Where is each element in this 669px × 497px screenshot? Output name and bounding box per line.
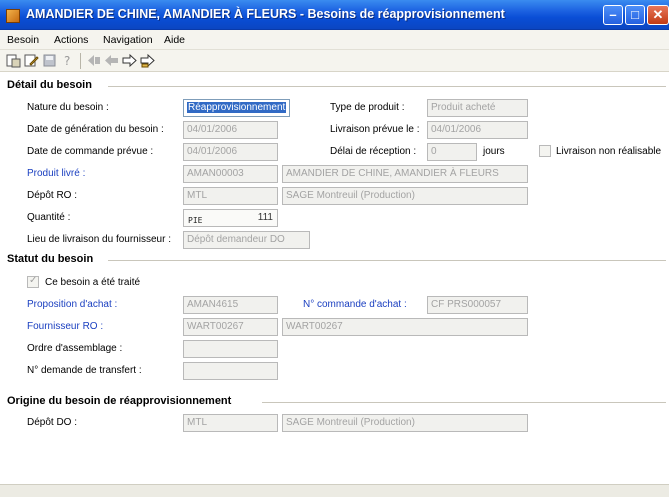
proposition-field[interactable]: AMAN4615 <box>183 296 278 314</box>
window-title: AMANDIER DE CHINE, AMANDIER À FLEURS - B… <box>26 7 505 21</box>
section-divider <box>108 260 666 261</box>
section-origine-title: Origine du besoin de réapprovisionnement <box>7 395 232 407</box>
depot-ro-label: Dépôt RO : <box>27 190 78 201</box>
last-record-icon[interactable] <box>140 53 155 68</box>
menu-navigation[interactable]: Navigation <box>103 34 153 46</box>
date-commande-label: Date de commande prévue : <box>27 146 154 157</box>
date-generation-label: Date de génération du besoin : <box>27 124 164 135</box>
delai-field[interactable]: 0 <box>427 143 477 161</box>
nature-label: Nature du besoin : <box>27 102 109 113</box>
quantite-label: Quantité : <box>27 212 71 223</box>
commande-field[interactable]: CF PRS000057 <box>427 296 528 314</box>
maximize-button[interactable]: □ <box>625 5 645 25</box>
livraison-non-realisable-label: Livraison non réalisable <box>556 146 662 157</box>
depot-ro-code-field[interactable]: MTL <box>183 187 278 205</box>
ordre-label: Ordre d'assemblage : <box>27 343 123 354</box>
traite-label: Ce besoin a été traité <box>45 277 141 288</box>
minimize-icon: – <box>609 7 617 22</box>
date-commande-field[interactable]: 04/01/2006 <box>183 143 278 161</box>
app-icon <box>6 9 20 23</box>
fournisseur-link[interactable]: Fournisseur RO : <box>27 321 103 332</box>
status-bar <box>0 484 669 497</box>
livraison-non-realisable-checkbox[interactable] <box>539 145 551 157</box>
section-divider <box>108 86 666 87</box>
fournisseur-code-field[interactable]: WART00267 <box>183 318 278 336</box>
quantite-field[interactable]: PIE 111 <box>183 209 278 227</box>
menu-actions[interactable]: Actions <box>54 34 88 46</box>
lieu-livraison-field[interactable]: Dépôt demandeur DO <box>183 231 310 249</box>
close-icon: ✕ <box>652 7 664 22</box>
form-content: Détail du besoin Nature du besoin : Réap… <box>0 72 669 484</box>
toolbar-separator <box>80 53 81 69</box>
toolbar: ? <box>0 50 669 72</box>
livraison-prevue-label: Livraison prévue le : <box>330 124 420 135</box>
help-icon[interactable]: ? <box>60 53 75 68</box>
section-statut-title: Statut du besoin <box>7 253 94 265</box>
type-produit-field[interactable]: Produit acheté <box>427 99 528 117</box>
title-bar[interactable]: AMANDIER DE CHINE, AMANDIER À FLEURS - B… <box>0 0 669 30</box>
produit-livre-link[interactable]: Produit livré : <box>27 168 85 179</box>
depot-ro-name-field[interactable]: SAGE Montreuil (Production) <box>282 187 528 205</box>
livraison-prevue-field[interactable]: 04/01/2006 <box>427 121 528 139</box>
previous-record-icon[interactable] <box>104 53 119 68</box>
nature-value: Réapprovisionnement <box>187 102 287 113</box>
save-icon[interactable] <box>42 53 57 68</box>
first-record-icon[interactable] <box>86 53 101 68</box>
svg-text:?: ? <box>64 54 70 68</box>
maximize-icon: □ <box>631 7 639 22</box>
close-button[interactable]: ✕ <box>647 5 669 25</box>
commande-link[interactable]: N° commande d'achat : <box>303 299 407 310</box>
type-produit-label: Type de produit : <box>330 102 405 113</box>
quantite-value: 111 <box>257 212 273 223</box>
transfert-label: N° demande de transfert : <box>27 365 142 376</box>
delai-unit: jours <box>483 146 505 157</box>
delai-label: Délai de réception : <box>330 146 417 157</box>
traite-checkbox[interactable] <box>27 275 39 288</box>
nature-field[interactable]: Réapprovisionnement <box>183 99 290 117</box>
next-record-icon[interactable] <box>122 53 137 68</box>
minimize-button[interactable]: – <box>603 5 623 25</box>
quantite-unit: PIE <box>188 216 203 225</box>
depot-do-label: Dépôt DO : <box>27 417 78 428</box>
depot-do-code-field[interactable]: MTL <box>183 414 278 432</box>
section-divider <box>262 402 666 403</box>
date-generation-field[interactable]: 04/01/2006 <box>183 121 278 139</box>
proposition-link[interactable]: Proposition d'achat : <box>27 299 117 310</box>
produit-livre-code-field[interactable]: AMAN00003 <box>183 165 278 183</box>
menu-besoin[interactable]: Besoin <box>7 34 39 46</box>
lieu-livraison-label: Lieu de livraison du fournisseur : <box>27 234 171 245</box>
depot-do-name-field[interactable]: SAGE Montreuil (Production) <box>282 414 528 432</box>
menu-aide[interactable]: Aide <box>164 34 185 46</box>
fournisseur-name-field[interactable]: WART00267 <box>282 318 528 336</box>
new-icon[interactable] <box>6 53 21 68</box>
section-detail-title: Détail du besoin <box>7 79 92 91</box>
menu-bar: Besoin Actions Navigation Aide <box>0 30 669 50</box>
edit-icon[interactable] <box>24 53 39 68</box>
produit-livre-name-field[interactable]: AMANDIER DE CHINE, AMANDIER À FLEURS <box>282 165 528 183</box>
transfert-field[interactable] <box>183 362 278 380</box>
ordre-field[interactable] <box>183 340 278 358</box>
